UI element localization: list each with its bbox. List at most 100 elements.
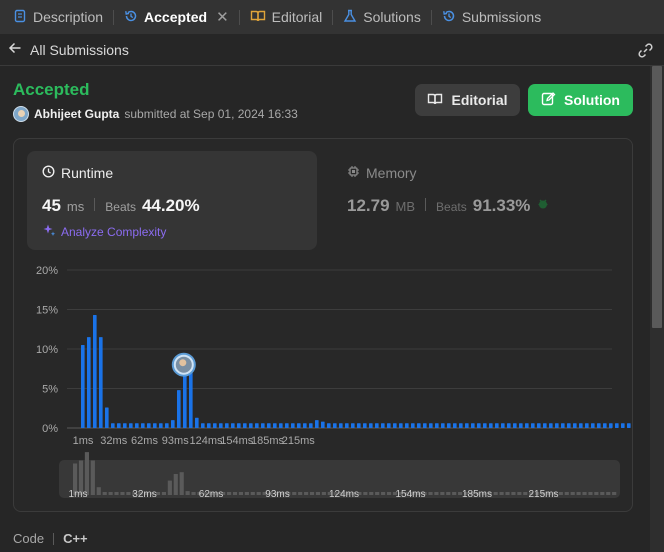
x-tick-label: 124ms bbox=[189, 435, 223, 447]
runtime-bar bbox=[195, 417, 199, 428]
runtime-bar bbox=[585, 423, 589, 428]
history-icon bbox=[442, 9, 456, 26]
overview-bar bbox=[90, 460, 95, 495]
runtime-bar bbox=[177, 390, 181, 428]
x-tick-label: 215ms bbox=[282, 435, 316, 447]
tab-divider bbox=[113, 9, 115, 25]
runtime-bar bbox=[231, 423, 235, 428]
overview-bar bbox=[227, 492, 232, 495]
performance-panel: Runtime 45 ms Beats 44.20% Analyze Compl… bbox=[13, 138, 633, 512]
runtime-bar bbox=[525, 423, 529, 428]
edit-icon bbox=[541, 91, 556, 109]
solution-button-label: Solution bbox=[564, 92, 620, 108]
runtime-bar bbox=[345, 423, 349, 428]
runtime-bar bbox=[159, 423, 163, 428]
x-tick-label: 93ms bbox=[162, 435, 189, 447]
runtime-bar bbox=[411, 423, 415, 428]
arrow-left-icon bbox=[8, 41, 22, 58]
y-tick-label: 15% bbox=[36, 305, 58, 317]
runtime-bar bbox=[189, 367, 193, 428]
runtime-bar bbox=[81, 345, 85, 428]
history-icon bbox=[124, 9, 138, 26]
overview-bar bbox=[238, 492, 244, 495]
runtime-bar bbox=[489, 423, 493, 428]
tab-description[interactable]: Description bbox=[8, 0, 108, 34]
x-tick-label: 185ms bbox=[251, 435, 285, 447]
runtime-bar bbox=[243, 423, 247, 428]
overview-bar bbox=[315, 492, 321, 495]
tab-submissions[interactable]: Submissions bbox=[437, 0, 546, 34]
runtime-bar bbox=[285, 423, 289, 428]
overview-tick-label: 154ms bbox=[395, 489, 425, 500]
book-open-icon bbox=[427, 92, 443, 109]
runtime-bar bbox=[183, 372, 187, 428]
overview-bar bbox=[369, 492, 374, 495]
runtime-bar bbox=[477, 423, 481, 428]
overview-bar bbox=[114, 492, 119, 495]
runtime-bar bbox=[153, 423, 157, 428]
scrollbar-thumb[interactable] bbox=[652, 66, 662, 328]
runtime-bar bbox=[213, 423, 217, 428]
overview-bar bbox=[244, 492, 249, 495]
avatar[interactable] bbox=[13, 106, 29, 122]
overview-bar bbox=[440, 492, 445, 495]
overview-bar bbox=[606, 492, 611, 495]
overview-bar bbox=[304, 492, 309, 495]
runtime-bar bbox=[321, 421, 325, 428]
runtime-bar bbox=[555, 423, 559, 428]
close-icon[interactable]: ✕ bbox=[216, 8, 229, 26]
runtime-bar bbox=[513, 423, 517, 428]
runtime-bar bbox=[171, 420, 175, 428]
runtime-bar bbox=[255, 423, 259, 428]
tab-divider bbox=[332, 9, 334, 25]
overview-bar bbox=[505, 492, 510, 495]
overview-bar bbox=[558, 492, 563, 495]
x-tick-label: 32ms bbox=[100, 435, 127, 447]
editorial-button[interactable]: Editorial bbox=[415, 84, 520, 116]
runtime-bar bbox=[609, 423, 613, 428]
tab-solutions[interactable]: Solutions bbox=[338, 0, 426, 34]
tab-description-label: Description bbox=[33, 9, 104, 25]
runtime-bar bbox=[423, 423, 427, 428]
overview-bar bbox=[511, 492, 516, 495]
runtime-bar bbox=[573, 423, 577, 428]
tab-divider bbox=[430, 9, 432, 25]
runtime-bar bbox=[111, 423, 115, 428]
overview-bar bbox=[499, 492, 504, 495]
runtime-bar bbox=[267, 423, 271, 428]
runtime-bar bbox=[135, 423, 139, 428]
overview-bar bbox=[185, 491, 190, 495]
overview-bar bbox=[256, 492, 261, 495]
overview-bar bbox=[126, 492, 131, 495]
overview-bar bbox=[167, 480, 172, 495]
tab-accepted[interactable]: Accepted ✕ bbox=[119, 0, 234, 34]
overview-bar bbox=[564, 492, 569, 495]
runtime-bar bbox=[615, 423, 619, 428]
share-link-icon[interactable] bbox=[637, 42, 654, 62]
overview-bar bbox=[298, 492, 303, 495]
user-name-link[interactable]: Abhijeet Gupta bbox=[34, 107, 119, 121]
overview-bar bbox=[588, 492, 593, 495]
all-submissions-link[interactable]: All Submissions bbox=[8, 41, 129, 58]
runtime-bar bbox=[483, 423, 487, 428]
runtime-bar bbox=[495, 423, 499, 428]
vertical-scrollbar[interactable] bbox=[650, 66, 664, 552]
overview-bar bbox=[250, 492, 255, 495]
overview-bar bbox=[428, 492, 433, 495]
overview-tick-label: 93ms bbox=[265, 489, 289, 500]
runtime-bar bbox=[87, 337, 91, 428]
y-tick-label: 20% bbox=[36, 265, 58, 277]
runtime-bar bbox=[375, 423, 379, 428]
runtime-bar bbox=[279, 423, 283, 428]
runtime-bar bbox=[447, 423, 451, 428]
solution-button[interactable]: Solution bbox=[528, 84, 633, 116]
runtime-bar bbox=[543, 423, 547, 428]
tab-editorial[interactable]: Editorial bbox=[245, 0, 328, 34]
runtime-bar bbox=[147, 423, 151, 428]
overview-bar bbox=[600, 492, 605, 495]
overview-tick-label: 185ms bbox=[462, 489, 492, 500]
runtime-bar bbox=[207, 423, 211, 428]
runtime-bar bbox=[537, 423, 541, 428]
runtime-distribution-chart[interactable]: 20%15%10%5%0%1ms 32ms 62ms 93ms 124ms154ms18… bbox=[14, 139, 632, 511]
runtime-bar bbox=[165, 423, 169, 428]
